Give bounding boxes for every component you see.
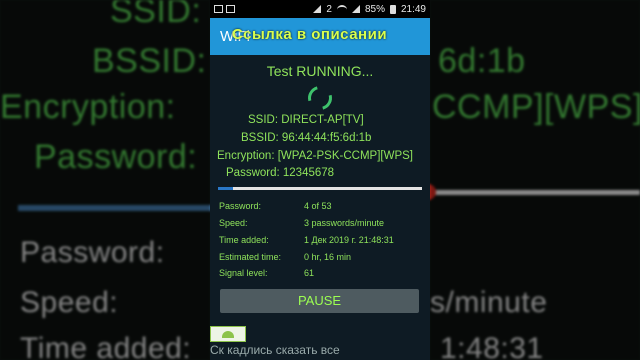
stat-label: Estimated time:	[219, 252, 282, 262]
status-bar: 2 85% 21:49	[210, 0, 430, 18]
gallery-icon	[226, 5, 235, 13]
sim-indicator: 2	[326, 3, 332, 15]
stat-label: Password:	[219, 201, 262, 211]
stat-value: 1 Дек 2019 г. 21:48:31	[304, 235, 394, 245]
video-overlay-caption: Ссылка в описании	[232, 26, 388, 43]
signal-icon-2	[351, 5, 360, 13]
bssid-row: BSSID: 96:44:44:f5:6d:1b	[241, 132, 371, 144]
bssid-value: 96:44:44:f5:6d:1b	[281, 132, 372, 144]
phone-screen: 2 85% 21:49 WiFi Ссылка в описании Test …	[210, 0, 430, 360]
ssid-row: SSID: DIRECT-AP[TV]	[248, 114, 364, 126]
pause-button[interactable]: PAUSE	[220, 289, 419, 313]
password-row: Password: 12345678	[226, 167, 334, 179]
stat-value: 3 passwords/minute	[304, 218, 385, 228]
bssid-label: BSSID:	[241, 132, 279, 144]
clock: 21:49	[400, 3, 426, 15]
stat-value: 0 hr, 16 min	[304, 252, 352, 262]
stat-label: Speed:	[219, 218, 248, 228]
stat-value: 4 of 53	[304, 201, 332, 211]
signal-icon	[313, 5, 322, 13]
battery-percent: 85%	[364, 3, 385, 15]
android-icon	[210, 326, 246, 342]
test-status: Test RUNNING...	[266, 63, 374, 79]
video-icon	[214, 5, 223, 13]
wifi-icon	[336, 4, 347, 14]
cut-off-text: Ск кадлись сказать все	[210, 343, 340, 357]
encryption-row: Encryption: [WPA2-PSK-CCMP][WPS]	[217, 150, 413, 162]
stat-label: Signal level:	[219, 268, 268, 278]
encryption-label: Encryption:	[217, 150, 275, 162]
ssid-value: DIRECT-AP[TV]	[281, 114, 364, 126]
progress-fill	[218, 187, 234, 190]
password-value: 12345678	[282, 167, 335, 179]
app-bar: WiFi Ссылка в описании	[210, 18, 430, 55]
stat-value: 61	[304, 268, 315, 278]
progress-spinner-icon	[303, 81, 337, 115]
ssid-label: SSID:	[248, 114, 279, 126]
progress-track	[218, 187, 422, 190]
stat-label: Time added:	[219, 235, 269, 245]
battery-icon	[389, 4, 396, 14]
password-label: Password:	[226, 167, 280, 179]
encryption-value: [WPA2-PSK-CCMP][WPS]	[277, 150, 413, 162]
